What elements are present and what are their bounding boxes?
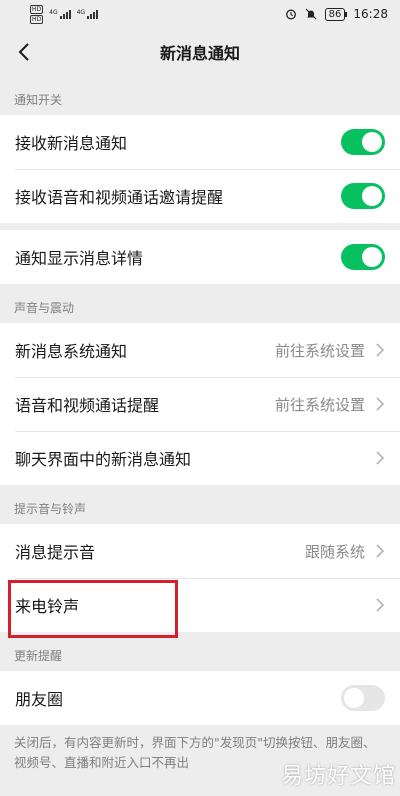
row-receive-call-invite: 接收语音和视频通话邀请提醒	[0, 169, 400, 223]
chevron-right-icon	[376, 397, 385, 411]
row-right: 前往系统设置	[275, 394, 385, 415]
group-sound-vibration: 新消息系统通知 前往系统设置 语音和视频通话提醒 前往系统设置 聊天界面中的新消…	[0, 323, 400, 485]
row-right	[375, 450, 385, 466]
page-title: 新消息通知	[159, 44, 240, 63]
signal-1-icon: 4G	[49, 9, 71, 19]
group-notify-switch: 接收新消息通知 接收语音和视频通话邀请提醒	[0, 115, 400, 223]
sim2-badge: HD	[30, 14, 44, 24]
group-update-reminder: 朋友圈	[0, 671, 400, 725]
row-label: 朋友圈	[15, 690, 64, 709]
section-label-sound: 声音与震动	[14, 301, 75, 315]
sim1-badge: HD	[30, 4, 44, 14]
bell-off-icon	[305, 8, 317, 20]
row-value: 跟随系统	[304, 542, 365, 561]
row-label: 聊天界面中的新消息通知	[15, 450, 192, 469]
row-right: 跟随系统	[305, 541, 385, 562]
status-left: HD HD 4G 4G	[30, 4, 99, 24]
back-arrow-icon	[18, 43, 29, 61]
row-label: 语音和视频通话提醒	[15, 396, 160, 415]
toggle-show-message-detail[interactable]	[341, 244, 385, 270]
row-label: 接收新消息通知	[15, 134, 128, 153]
section-label-tone: 提示音与铃声	[14, 502, 87, 516]
row-system-notification[interactable]: 新消息系统通知 前往系统设置	[0, 323, 400, 377]
toggle-knob	[362, 247, 382, 267]
toggle-receive-call-invite[interactable]	[341, 183, 385, 209]
chevron-right-icon	[376, 343, 385, 357]
toggle-knob	[344, 688, 364, 708]
chevron-right-icon	[376, 544, 385, 558]
row-receive-new-message: 接收新消息通知	[0, 115, 400, 169]
back-button[interactable]	[12, 40, 36, 64]
chevron-right-icon	[376, 451, 385, 465]
row-value: 前往系统设置	[274, 341, 365, 360]
toggle-knob	[362, 132, 382, 152]
chevron-right-icon	[376, 598, 385, 612]
sim-indicators: HD HD	[30, 4, 44, 24]
section-label-notify: 通知开关	[14, 93, 63, 107]
row-label: 接收语音和视频通话邀请提醒	[15, 188, 224, 207]
nav-bar: 新消息通知	[0, 28, 400, 76]
toggle-moments[interactable]	[341, 685, 385, 711]
status-right: 86 16:28	[285, 7, 388, 21]
status-bar: HD HD 4G 4G 86 16:28	[0, 0, 400, 28]
row-show-message-detail: 通知显示消息详情	[0, 230, 400, 284]
row-label: 新消息系统通知	[15, 342, 128, 361]
row-message-tone[interactable]: 消息提示音 跟随系统	[0, 524, 400, 578]
row-chat-new-message[interactable]: 聊天界面中的新消息通知	[0, 431, 400, 485]
row-call-reminder[interactable]: 语音和视频通话提醒 前往系统设置	[0, 377, 400, 431]
row-right	[375, 597, 385, 613]
row-right: 前往系统设置	[275, 340, 385, 361]
watermark: 易坊好文馆	[280, 764, 396, 789]
toggle-knob	[362, 186, 382, 206]
signal-2-icon: 4G	[77, 9, 99, 19]
group-notify-detail: 通知显示消息详情	[0, 230, 400, 284]
battery-indicator: 86	[324, 7, 348, 21]
row-value: 前往系统设置	[274, 395, 365, 414]
toggle-receive-new-message[interactable]	[341, 129, 385, 155]
highlight-box	[8, 580, 178, 638]
clock: 16:28	[353, 7, 388, 21]
alarm-icon	[285, 9, 296, 20]
row-moments: 朋友圈	[0, 671, 400, 725]
row-label: 通知显示消息详情	[15, 249, 144, 268]
row-label: 消息提示音	[15, 543, 96, 562]
